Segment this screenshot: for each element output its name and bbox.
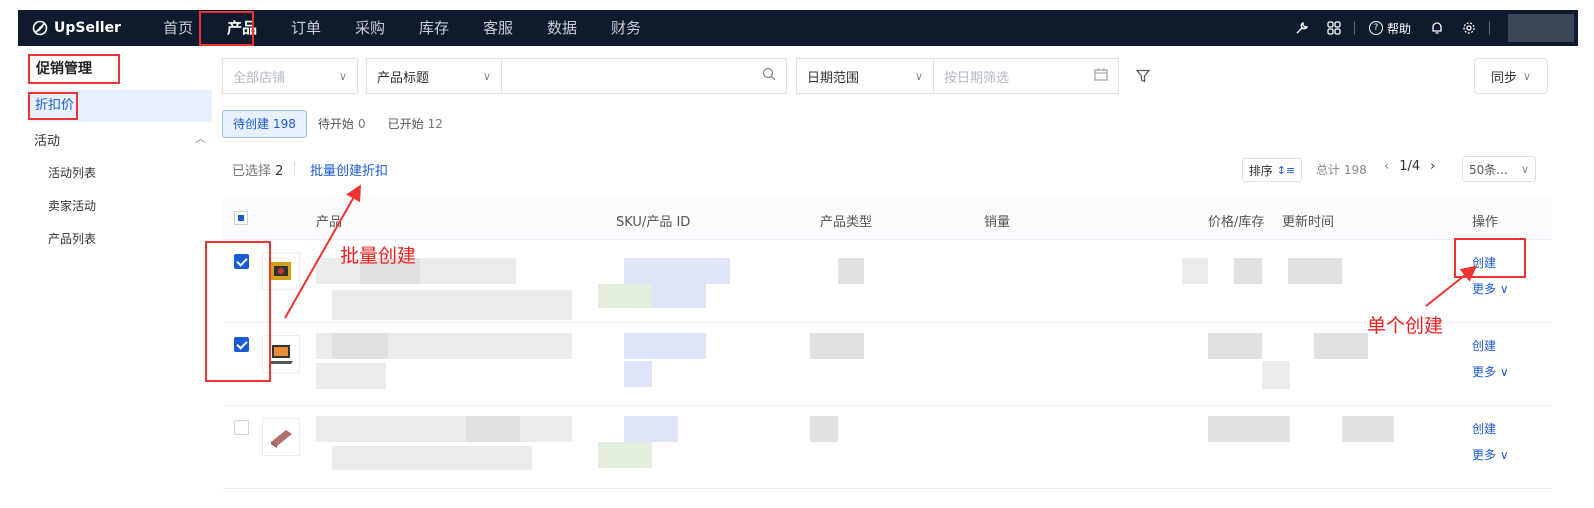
page: UpSeller 首页 产品 订单 采购 库存 客服 数据 财务 ? 帮助 促销… bbox=[0, 0, 1594, 508]
annotation-single-label: 单个创建 bbox=[1367, 315, 1444, 337]
annotation-batch-label: 批量创建 bbox=[340, 245, 417, 267]
annotation-arrows bbox=[284, 184, 1478, 319]
annotation-arrow-single bbox=[1425, 265, 1478, 307]
